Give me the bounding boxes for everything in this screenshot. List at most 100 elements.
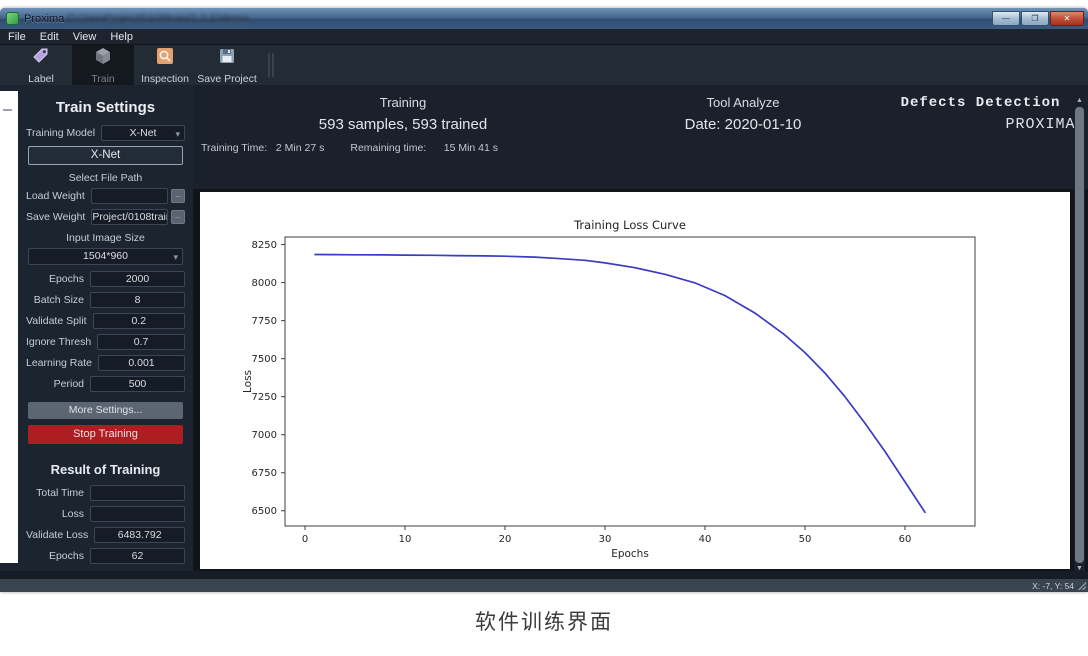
label-tag-icon <box>31 46 51 71</box>
svg-text:60: 60 <box>899 534 912 545</box>
brand-proxima: PROXIMA <box>873 116 1088 133</box>
toolbar-save-project-button[interactable]: Save Project <box>196 45 258 85</box>
svg-text:Loss: Loss <box>242 370 254 393</box>
svg-text:20: 20 <box>499 534 512 545</box>
panel-title: Train Settings <box>26 99 185 116</box>
save-floppy-icon <box>217 46 237 71</box>
loss-chart-panel: 6500675070007250750077508000825001020304… <box>200 192 1070 569</box>
period-input[interactable]: 500 <box>90 376 185 392</box>
status-bar: X: -7, Y: 54 <box>0 579 1088 592</box>
epochs-label: Epochs <box>26 273 90 285</box>
app-name: Proxima <box>24 13 64 25</box>
cursor-coordinates: X: -7, Y: 54 <box>1032 581 1074 591</box>
menu-view[interactable]: View <box>73 31 97 43</box>
remaining-time-label: Remaining time: <box>350 142 426 154</box>
scroll-up-icon[interactable]: ▲ <box>1074 96 1085 106</box>
svg-text:6500: 6500 <box>252 506 277 517</box>
training-model-select[interactable]: X-Net ▾ <box>101 125 185 141</box>
toolbar-overflow-handle <box>268 53 274 77</box>
total-time-value <box>90 485 185 501</box>
validate-split-label: Validate Split <box>26 315 93 327</box>
learning-rate-input[interactable]: 0.001 <box>98 355 185 371</box>
menu-help[interactable]: Help <box>110 31 133 43</box>
svg-text:50: 50 <box>799 534 812 545</box>
date-text: Date: 2020-01-10 <box>613 116 873 133</box>
load-weight-browse-button[interactable]: ... <box>171 189 185 203</box>
validate-split-input[interactable]: 0.2 <box>93 313 185 329</box>
svg-text:40: 40 <box>699 534 712 545</box>
project-path: D:/JavaProject/0108train/1.3.10demo <box>67 13 249 25</box>
menu-file[interactable]: File <box>8 31 26 43</box>
menu-bar: File Edit View Help <box>0 29 1088 45</box>
svg-text:6750: 6750 <box>252 468 277 479</box>
svg-text:0: 0 <box>302 534 308 545</box>
train-settings-panel: Train Settings Training Model X-Net ▾ X-… <box>0 85 193 577</box>
vertical-scrollbar[interactable]: ▲ ▼ <box>1074 96 1085 574</box>
main-area: Training 593 samples, 593 trained Tool A… <box>193 85 1088 577</box>
loss-value <box>90 506 185 522</box>
input-image-size-select[interactable]: 1504*960 ▾ <box>28 248 183 265</box>
svg-text:8250: 8250 <box>252 240 277 251</box>
load-weight-label: Load Weight <box>26 190 91 202</box>
svg-text:8000: 8000 <box>252 278 277 289</box>
ignore-thresh-label: Ignore Thresh <box>26 336 97 348</box>
toolbar-inspection-button[interactable]: Inspection <box>134 45 196 85</box>
loss-label: Loss <box>26 508 90 520</box>
maximize-button[interactable]: ❐ <box>1021 11 1049 26</box>
ignore-thresh-input[interactable]: 0.7 <box>97 334 185 350</box>
svg-text:10: 10 <box>399 534 412 545</box>
svg-text:Training Loss Curve: Training Loss Curve <box>573 218 686 232</box>
svg-text:Epochs: Epochs <box>611 548 649 560</box>
svg-text:7000: 7000 <box>252 430 277 441</box>
save-weight-label: Save Weight <box>26 211 91 223</box>
title-bar: Proxima D:/JavaProject/0108train/1.3.10d… <box>0 8 1088 29</box>
dock-gutter <box>0 91 18 563</box>
scrollbar-thumb[interactable] <box>1075 107 1084 563</box>
menu-edit[interactable]: Edit <box>40 31 59 43</box>
train-cube-icon <box>93 46 113 71</box>
app-icon <box>6 12 19 25</box>
load-weight-input[interactable] <box>91 188 168 204</box>
minimize-button[interactable]: — <box>992 11 1020 26</box>
app-window: Proxima D:/JavaProject/0108train/1.3.10d… <box>0 8 1088 592</box>
save-weight-input[interactable]: Project/0108train <box>91 209 168 225</box>
panel-collapse-handle[interactable] <box>3 109 12 111</box>
tool-analyze-title: Tool Analyze <box>613 95 873 110</box>
training-loss-chart: 6500675070007250750077508000825001020304… <box>200 192 1070 569</box>
svg-text:7750: 7750 <box>252 316 277 327</box>
input-image-size-label: Input Image Size <box>26 232 185 244</box>
figure-caption: 软件训练界面 <box>0 606 1088 636</box>
epochs-input[interactable]: 2000 <box>90 271 185 287</box>
samples-trained-text: 593 samples, 593 trained <box>193 116 613 133</box>
svg-text:30: 30 <box>599 534 612 545</box>
model-name-button[interactable]: X-Net <box>28 146 183 165</box>
toolbar-label-button[interactable]: Label <box>10 45 72 85</box>
training-time-value: 2 Min 27 s <box>276 142 324 154</box>
result-epochs-value: 62 <box>90 548 185 564</box>
validate-loss-label: Validate Loss <box>26 529 94 541</box>
close-button[interactable]: ✕ <box>1050 11 1084 26</box>
more-settings-button[interactable]: More Settings... <box>28 402 183 419</box>
select-file-path-label: Select File Path <box>26 172 185 184</box>
result-epochs-label: Epochs <box>26 550 90 562</box>
chevron-down-icon: ▾ <box>173 250 178 265</box>
save-weight-browse-button[interactable]: ... <box>171 210 185 224</box>
result-of-training-title: Result of Training <box>26 462 185 477</box>
training-info-header: Training 593 samples, 593 trained Tool A… <box>193 85 1088 189</box>
brand-defects-detection: Defects Detection <box>873 95 1088 111</box>
training-time-label: Training Time: <box>201 142 267 154</box>
toolbar: Label Train Inspection Save Project <box>0 45 1088 85</box>
chevron-down-icon: ▾ <box>175 127 180 141</box>
resize-grip[interactable] <box>1078 582 1086 590</box>
svg-text:7250: 7250 <box>252 392 277 403</box>
batch-size-input[interactable]: 8 <box>90 292 185 308</box>
toolbar-train-button[interactable]: Train <box>72 45 134 85</box>
period-label: Period <box>26 378 90 390</box>
window-title: Proxima D:/JavaProject/0108train/1.3.10d… <box>24 13 249 25</box>
stop-training-button[interactable]: Stop Training <box>28 425 183 444</box>
total-time-label: Total Time <box>26 487 90 499</box>
learning-rate-label: Learning Rate <box>26 357 98 369</box>
validate-loss-value: 6483.792 <box>94 527 185 543</box>
batch-size-label: Batch Size <box>26 294 90 306</box>
remaining-time-value: 15 Min 41 s <box>444 142 498 154</box>
